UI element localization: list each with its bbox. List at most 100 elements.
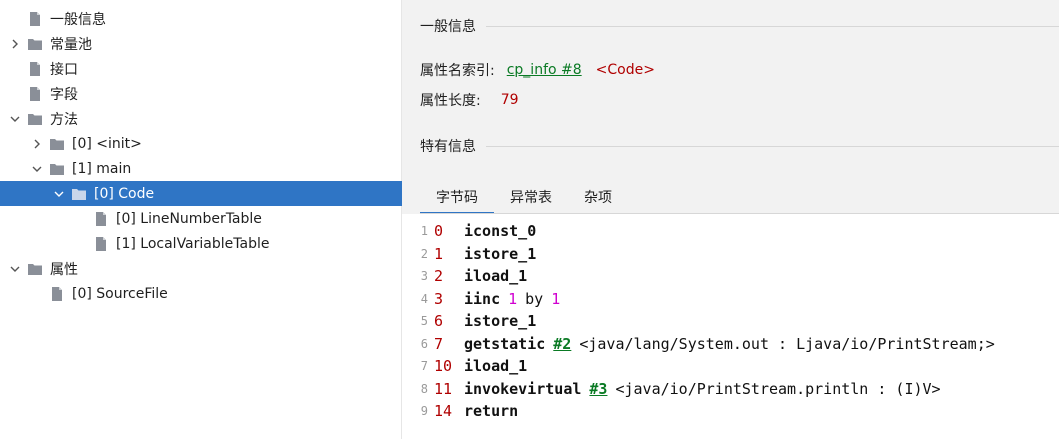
structure-tree[interactable]: 一般信息常量池接口字段方法 [0] <init> [1] main [0] Code [… bbox=[0, 0, 402, 439]
line-number: 2 bbox=[420, 246, 428, 261]
specific-info-title: 特有信息 bbox=[420, 139, 476, 155]
code-line: 7 10 iload_1 bbox=[402, 355, 1059, 378]
tree-item[interactable]: [0] SourceFile bbox=[0, 281, 402, 306]
tree-item-label: [0] SourceFile bbox=[72, 285, 168, 302]
line-number: 8 bbox=[420, 381, 428, 396]
bytecode-offset: 10 bbox=[434, 357, 453, 376]
chevron-down-icon[interactable] bbox=[8, 262, 22, 276]
tree-item[interactable]: [0] Code bbox=[0, 181, 402, 206]
file-icon bbox=[26, 11, 44, 27]
line-number: 6 bbox=[420, 336, 428, 351]
tree-item-label: [0] Code bbox=[94, 185, 155, 202]
tree-item-label: [1] LocalVariableTable bbox=[116, 235, 270, 252]
bytecode-offset: 2 bbox=[434, 267, 444, 286]
tree-item-label: 接口 bbox=[50, 61, 78, 78]
tab-1[interactable]: 异常表 bbox=[494, 182, 568, 212]
operand-text: <java/lang/System.out : Ljava/io/PrintSt… bbox=[579, 334, 995, 353]
tab-bar: 字节码 异常表 杂项 bbox=[420, 182, 628, 214]
cp-info-link[interactable]: cp_info #8 bbox=[507, 62, 582, 78]
operand-number: 1 bbox=[508, 289, 518, 308]
tree-item-label: 方法 bbox=[50, 111, 78, 128]
line-number: 1 bbox=[420, 224, 428, 239]
code-line: 3 2 iload_1 bbox=[402, 265, 1059, 288]
length-value: 79 bbox=[500, 92, 519, 108]
chevron-down-icon[interactable] bbox=[8, 112, 22, 126]
tree-item[interactable]: [1] main bbox=[0, 156, 402, 181]
opcode: getstatic bbox=[464, 334, 546, 353]
file-icon bbox=[92, 236, 110, 252]
chevron-right-icon[interactable] bbox=[30, 137, 44, 151]
general-info-title: 一般信息 bbox=[420, 19, 476, 35]
operand-text: <java/io/PrintStream.println : (I)V> bbox=[615, 379, 941, 398]
operand-number: 1 bbox=[551, 289, 561, 308]
tree-item-label: 属性 bbox=[50, 261, 78, 278]
opcode: iinc bbox=[464, 289, 501, 308]
file-icon bbox=[92, 211, 110, 227]
line-number: 5 bbox=[420, 314, 428, 329]
code-line: 2 1 istore_1 bbox=[402, 243, 1059, 266]
opcode: return bbox=[464, 402, 519, 421]
tree-item-label: 常量池 bbox=[50, 36, 92, 53]
chevron-right-icon[interactable] bbox=[8, 37, 22, 51]
code-line: 8 11 invokevirtual #3 <java/io/PrintStream.p… bbox=[402, 378, 1059, 401]
tab-2[interactable]: 杂项 bbox=[568, 182, 628, 212]
tree-item-label: 字段 bbox=[50, 86, 78, 103]
code-line: 4 3 iinc 1 by 1 bbox=[402, 288, 1059, 311]
folder-icon bbox=[26, 261, 44, 277]
line-number: 4 bbox=[420, 291, 428, 306]
file-icon bbox=[26, 86, 44, 102]
name-index-label: 属性名索引: bbox=[420, 63, 495, 79]
bytecode-view[interactable]: 1 0 iconst_0 2 1 istore_1 3 2 iload_1 4 3 iinc 1 by 1 5… bbox=[402, 214, 1059, 439]
opcode: iload_1 bbox=[464, 357, 528, 376]
tree-item-label: [1] main bbox=[72, 160, 132, 177]
tree-item[interactable]: 属性 bbox=[0, 256, 402, 281]
file-icon bbox=[48, 286, 66, 302]
tree-item-label: [0] <init> bbox=[72, 135, 142, 152]
tree-item[interactable]: [0] <init> bbox=[0, 131, 402, 156]
folder-icon bbox=[26, 111, 44, 127]
constant-pool-ref-link[interactable]: #3 bbox=[589, 380, 607, 398]
file-icon bbox=[26, 61, 44, 77]
tree-item[interactable]: [1] LocalVariableTable bbox=[0, 231, 402, 256]
tree-item[interactable]: 接口 bbox=[0, 56, 402, 81]
tree-item-label: [0] LineNumberTable bbox=[116, 210, 262, 227]
chevron-down-icon[interactable] bbox=[52, 187, 66, 201]
length-row: 属性长度: 79 bbox=[420, 90, 519, 110]
tree-item[interactable]: [0] LineNumberTable bbox=[0, 206, 402, 231]
code-line: 1 0 iconst_0 bbox=[402, 220, 1059, 243]
tab-0[interactable]: 字节码 bbox=[420, 182, 494, 214]
tree-item[interactable]: 一般信息 bbox=[0, 6, 402, 31]
folder-icon bbox=[48, 161, 66, 177]
divider bbox=[486, 145, 1059, 147]
code-line: 5 6 istore_1 bbox=[402, 310, 1059, 333]
opcode: istore_1 bbox=[464, 244, 537, 263]
constant-pool-ref-link[interactable]: #2 bbox=[553, 335, 571, 353]
folder-icon bbox=[70, 186, 88, 202]
name-index-value: <Code> bbox=[595, 62, 655, 78]
divider bbox=[486, 25, 1059, 27]
code-line: 9 14 return bbox=[402, 400, 1059, 423]
bytecode-offset: 6 bbox=[434, 312, 444, 331]
chevron-down-icon[interactable] bbox=[30, 162, 44, 176]
opcode: istore_1 bbox=[464, 312, 537, 331]
line-number: 3 bbox=[420, 269, 428, 284]
opcode: iconst_0 bbox=[464, 222, 537, 241]
bytecode-offset: 0 bbox=[434, 222, 444, 241]
general-info-header: 一般信息 bbox=[420, 16, 1059, 36]
bytecode-offset: 3 bbox=[434, 289, 444, 308]
operand-keyword: by bbox=[525, 289, 544, 308]
line-number: 9 bbox=[420, 404, 428, 419]
code-line: 6 7 getstatic #2 <java/lang/System.out : Lja… bbox=[402, 333, 1059, 356]
opcode: iload_1 bbox=[464, 267, 528, 286]
detail-panel: 一般信息 属性名索引: cp_info #8 <Code> 属性长度: 79 特… bbox=[402, 0, 1059, 439]
tree-item[interactable]: 方法 bbox=[0, 106, 402, 131]
bytecode-offset: 11 bbox=[434, 379, 453, 398]
tree-item[interactable]: 常量池 bbox=[0, 31, 402, 56]
name-index-row: 属性名索引: cp_info #8 <Code> bbox=[420, 60, 655, 80]
tree-item[interactable]: 字段 bbox=[0, 81, 402, 106]
specific-info-header: 特有信息 bbox=[420, 136, 1059, 156]
bytecode-offset: 7 bbox=[434, 334, 444, 353]
bytecode-offset: 1 bbox=[434, 244, 444, 263]
folder-icon bbox=[26, 36, 44, 52]
tree-item-label: 一般信息 bbox=[50, 11, 106, 28]
